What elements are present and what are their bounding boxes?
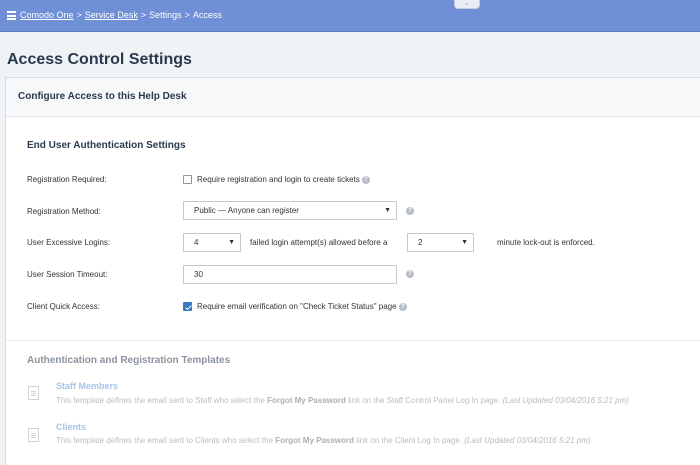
breadcrumb-access: Access [192, 10, 222, 20]
breadcrumb: Comodo One > Service Desk > Settings > Access [20, 10, 222, 20]
breadcrumb-settings: Settings [149, 10, 182, 20]
template-desc-text: This template defines the email sent to … [56, 436, 276, 445]
template-last-updated: (Last Updated 03/04/2016 5:21 pm) [464, 436, 591, 445]
dropdown-arrow-icon: ▼ [228, 239, 235, 246]
help-icon[interactable]: ? [362, 175, 370, 184]
template-desc-bold: Forgot My Password [275, 436, 354, 445]
template-desc-text: link on the Staff Control Panel Log In p… [345, 396, 503, 405]
session-timeout-input[interactable]: 30 [183, 265, 397, 284]
registration-required-checkbox[interactable] [183, 175, 192, 184]
top-bar: Comodo One > Service Desk > Settings > Access … [0, 0, 700, 32]
page-title: Access Control Settings [7, 51, 192, 68]
hamburger-menu-icon[interactable] [7, 11, 16, 20]
templates-title: Authentication and Registration Template… [27, 355, 231, 366]
session-timeout-value: 30 [194, 270, 203, 279]
client-quick-access-checkbox[interactable] [183, 302, 192, 311]
section-divider [6, 340, 700, 341]
breadcrumb-separator: > [184, 10, 190, 20]
excessive-logins-middle-text: failed login attempt(s) allowed before a [250, 238, 388, 247]
registration-required-label: Registration Required: [27, 175, 107, 184]
registration-method-label: Registration Method: [27, 207, 101, 216]
client-quick-access-label: Client Quick Access: [27, 302, 100, 311]
template-desc-bold: Forgot My Password [267, 396, 346, 405]
breadcrumb-service-desk[interactable]: Service Desk [85, 10, 138, 20]
card-title: Configure Access to this Help Desk [6, 78, 700, 117]
template-clients-description: This template defines the email sent to … [56, 436, 591, 445]
dropdown-arrow-icon: ▼ [461, 239, 468, 246]
registration-required-checkbox-label: Require registration and login to create… [197, 175, 360, 184]
lockout-minutes-value: 2 [418, 238, 423, 247]
breadcrumb-comodo-one[interactable]: Comodo One [20, 10, 74, 20]
login-attempts-select[interactable]: 4 ▼ [183, 233, 241, 252]
help-icon[interactable]: ? [398, 302, 407, 311]
template-staff-members-description: This template defines the email sent to … [56, 396, 629, 405]
session-timeout-label: User Session Timeout: [27, 270, 108, 279]
template-desc-text: This template defines the email sent to … [56, 396, 268, 405]
registration-method-value: Public — Anyone can register [194, 206, 299, 215]
template-staff-members-link[interactable]: Staff Members [56, 381, 118, 391]
login-attempts-value: 4 [194, 238, 199, 247]
excessive-logins-label: User Excessive Logins: [27, 238, 111, 247]
help-icon[interactable]: ? [406, 207, 414, 215]
document-icon [28, 428, 39, 442]
client-quick-access-checkbox-label: Require email verification on "Check Tic… [197, 302, 397, 311]
collapse-handle[interactable]: ⌄ [454, 0, 480, 9]
excessive-logins-end-text: minute lock-out is enforced. [497, 238, 595, 247]
lockout-minutes-select[interactable]: 2 ▼ [407, 233, 474, 252]
help-icon[interactable]: ? [406, 270, 414, 278]
template-last-updated: (Last Updated 03/04/2016 5:21 pm) [502, 396, 629, 405]
registration-method-select[interactable]: Public — Anyone can register ▼ [183, 201, 397, 220]
section-title: End User Authentication Settings [27, 140, 186, 151]
registration-required-text-row: Require registration and login to create… [197, 175, 370, 184]
breadcrumb-separator: > [140, 10, 147, 20]
template-desc-text: link on the Client Log In page. [353, 436, 465, 445]
document-icon [28, 386, 39, 400]
chevron-down-icon: ⌄ [464, 1, 470, 7]
template-clients-link[interactable]: Clients [56, 422, 86, 432]
client-quick-access-text-row: Require email verification on "Check Tic… [197, 302, 407, 311]
breadcrumb-separator: > [76, 10, 82, 20]
dropdown-arrow-icon: ▼ [384, 207, 391, 214]
